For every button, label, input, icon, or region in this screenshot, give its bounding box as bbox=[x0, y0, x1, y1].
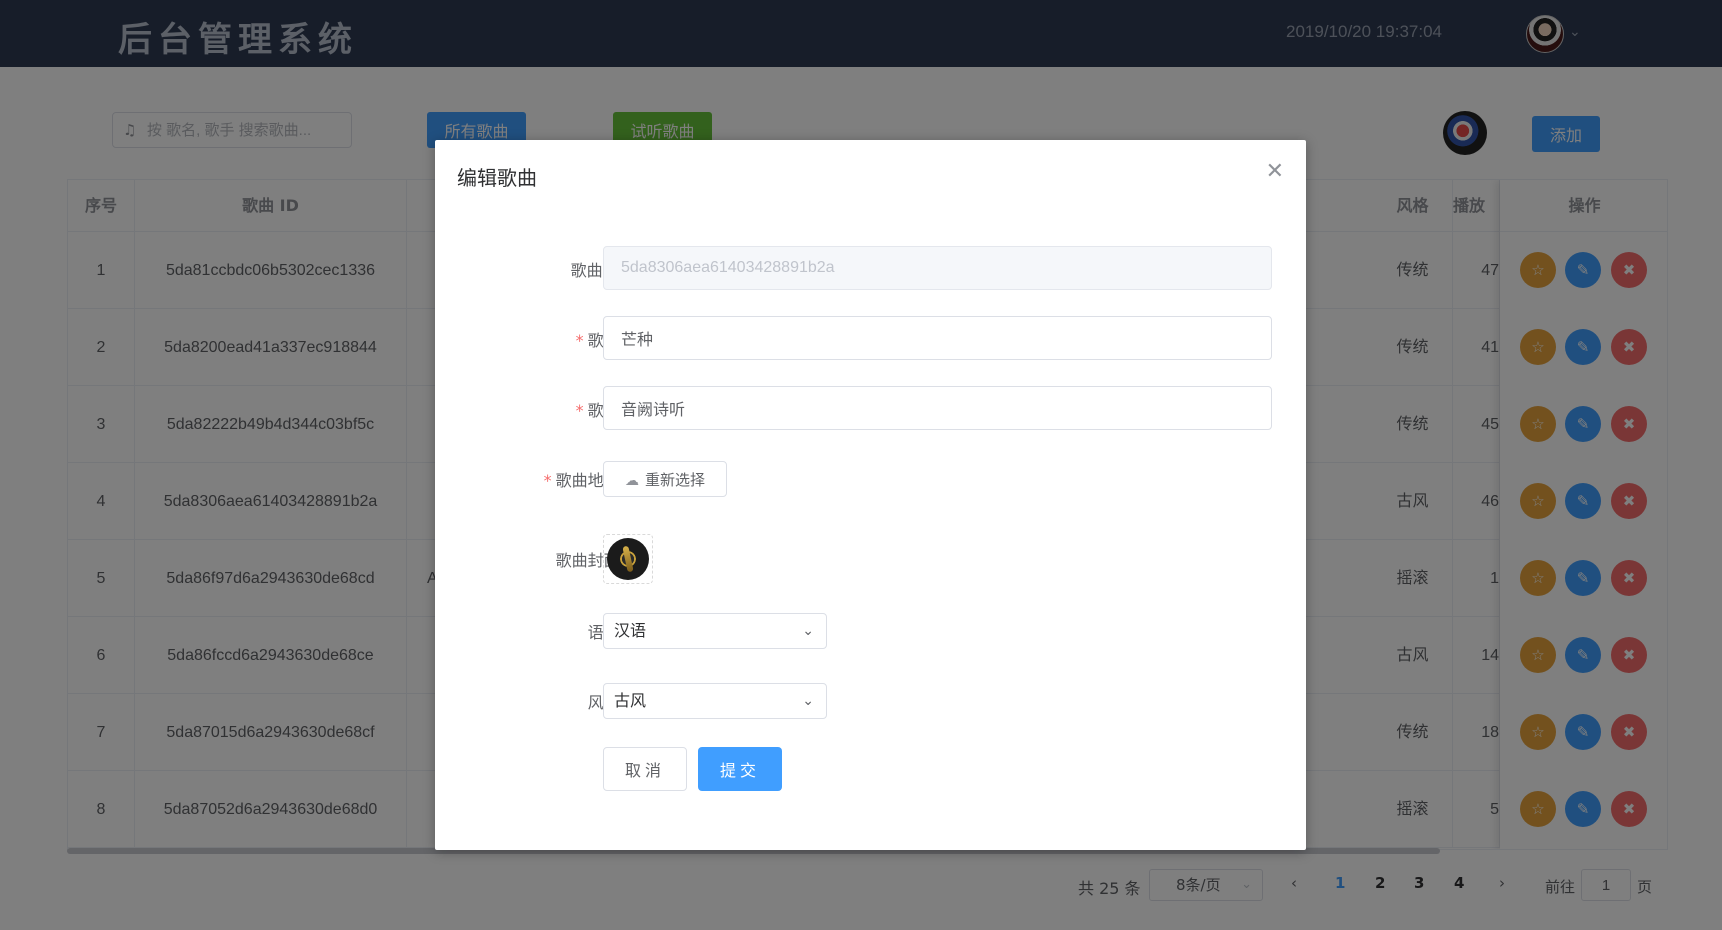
song-cover-uploader[interactable] bbox=[603, 534, 653, 584]
chevron-down-icon: ⌄ bbox=[802, 693, 814, 709]
required-asterisk: * bbox=[575, 331, 584, 350]
dialog-title: 编辑歌曲 bbox=[457, 166, 537, 190]
style-select[interactable]: 古风 ⌄ bbox=[603, 683, 827, 719]
required-asterisk: * bbox=[575, 401, 584, 420]
cover-image bbox=[607, 538, 649, 580]
reselect-file-button[interactable]: ☁ 重新选择 bbox=[603, 461, 727, 497]
language-select[interactable]: 汉语 ⌄ bbox=[603, 613, 827, 649]
language-value: 汉语 bbox=[614, 621, 647, 640]
reselect-label: 重新选择 bbox=[644, 471, 705, 489]
style-value: 古风 bbox=[614, 691, 647, 710]
cancel-button[interactable]: 取消 bbox=[603, 747, 687, 791]
required-asterisk: * bbox=[543, 471, 552, 490]
singer-field[interactable] bbox=[603, 386, 1272, 430]
song-id-field bbox=[603, 246, 1272, 290]
close-icon[interactable]: ✕ bbox=[1266, 161, 1284, 183]
submit-button[interactable]: 提交 bbox=[698, 747, 782, 791]
edit-song-dialog: 编辑歌曲 ✕ 歌曲ID: *歌曲: *歌手: *歌曲地址: ☁重新选择 歌曲封面… bbox=[435, 140, 1306, 850]
chevron-down-icon: ⌄ bbox=[802, 623, 814, 639]
song-name-field[interactable] bbox=[603, 316, 1272, 360]
cloud-upload-icon: ☁ bbox=[624, 471, 639, 488]
